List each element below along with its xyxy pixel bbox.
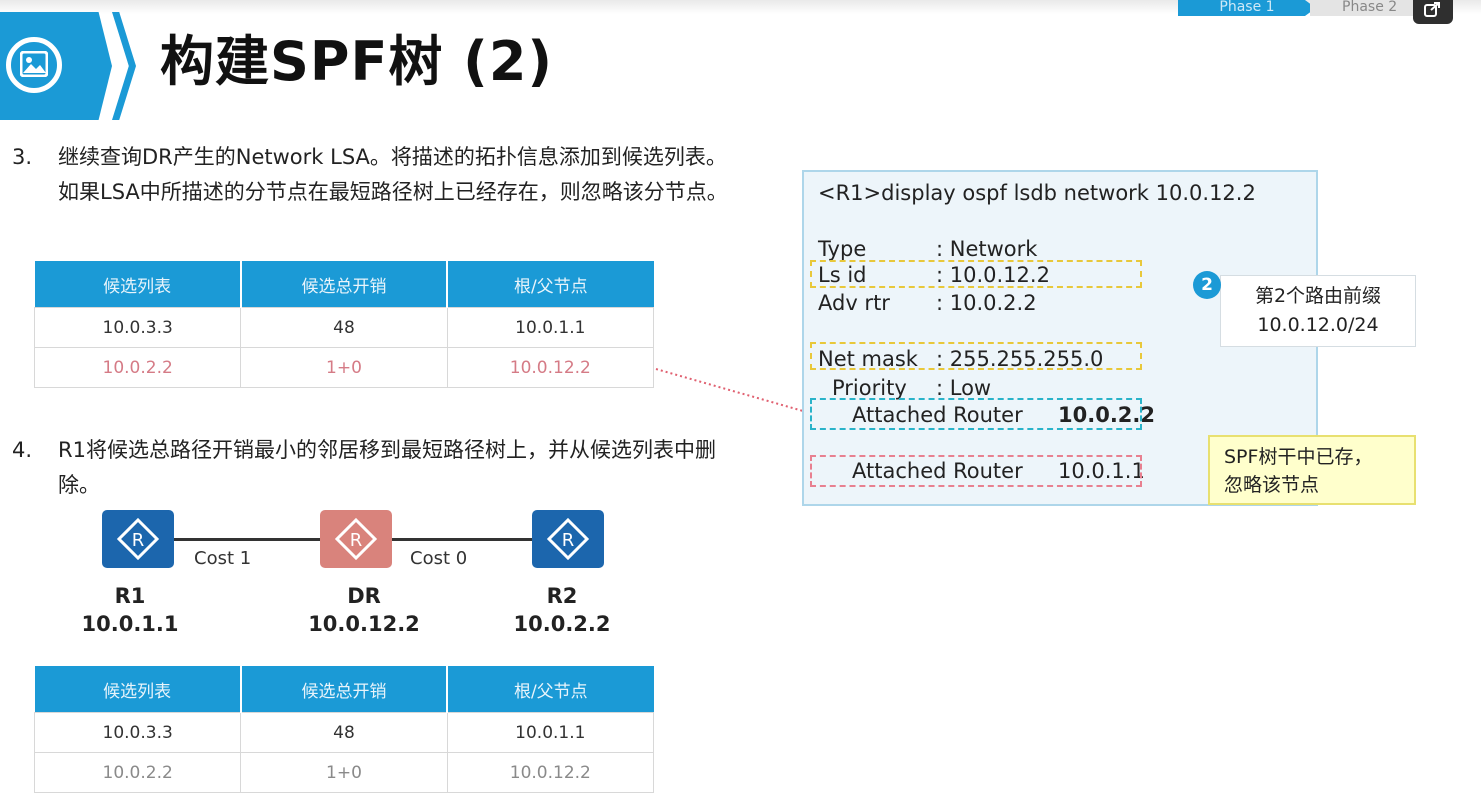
router-r1[interactable]: R: [102, 510, 174, 568]
cli-field-value: : Network: [936, 237, 1038, 261]
link-r1-dr: [172, 538, 322, 541]
dotted-connector: [655, 368, 811, 414]
router-ip: 10.0.1.1: [81, 612, 179, 636]
column-header: 候选列表: [34, 666, 242, 713]
table-cell: 10.0.1.1: [446, 712, 655, 753]
candidate-table-2: 候选列表 候选总开销 根/父节点 10.0.3.3 48 10.0.1.1 10…: [33, 666, 655, 793]
router-name: R2: [546, 584, 578, 608]
table-cell: 10.0.12.2: [446, 752, 655, 793]
svg-text:R: R: [132, 530, 145, 551]
note-line: SPF树干中已存，: [1224, 446, 1373, 468]
highlight-attached-dr: [810, 398, 1142, 430]
prefix-callout: 第2个路由前缀 10.0.12.0/24: [1220, 275, 1416, 347]
table-cell: 48: [240, 712, 448, 753]
router-dr[interactable]: R: [320, 510, 392, 568]
cli-field-key: Adv rtr: [818, 291, 890, 315]
link-cost-label: Cost 1: [194, 548, 252, 569]
step-number: 4.: [12, 438, 33, 462]
router-icon: R: [117, 518, 159, 560]
table-row-removed: 10.0.2.2 1+0 10.0.12.2: [33, 752, 655, 793]
router-label-r1: R1 10.0.1.1: [60, 582, 200, 638]
svg-text:R: R: [562, 530, 575, 551]
router-ip: 10.0.12.2: [308, 612, 420, 636]
router-ip: 10.0.2.2: [513, 612, 611, 636]
cli-command: <R1>display ospf lsdb network 10.0.12.2: [818, 181, 1256, 205]
router-label-r2: R2 10.0.2.2: [492, 582, 632, 638]
highlight-ls-id: [810, 260, 1142, 288]
column-header: 根/父节点: [447, 666, 654, 713]
table-header-row: 候选列表 候选总开销 根/父节点: [34, 666, 654, 713]
router-label-dr: DR 10.0.12.2: [294, 582, 434, 638]
column-header: 候选总开销: [240, 666, 449, 713]
highlight-net-mask: [810, 342, 1142, 370]
table-cell: 1+0: [240, 752, 448, 793]
callout-line: 10.0.12.0/24: [1257, 314, 1379, 336]
router-icon: R: [335, 518, 377, 560]
table-cell: 10.0.3.3: [33, 712, 242, 753]
step-badge: 2: [1193, 271, 1221, 299]
link-cost-label: Cost 0: [410, 548, 468, 569]
note-line: 忽略该节点: [1224, 474, 1320, 496]
cli-field-value: : 10.0.2.2: [936, 291, 1037, 315]
router-icon: R: [547, 518, 589, 560]
router-name: R1: [114, 584, 146, 608]
router-r2[interactable]: R: [532, 510, 604, 568]
step-text: R1将候选总路径开销最小的邻居移到最短路径树上，并从候选列表中删除。: [58, 438, 716, 497]
svg-text:R: R: [350, 530, 363, 551]
callout-line: 第2个路由前缀: [1254, 285, 1382, 307]
router-name: DR: [347, 584, 381, 608]
cli-field-key: Type: [818, 237, 867, 261]
table-row: 10.0.3.3 48 10.0.1.1: [33, 712, 655, 753]
highlight-attached-r1: [810, 455, 1142, 487]
exists-note: SPF树干中已存， 忽略该节点: [1208, 435, 1416, 505]
link-dr-r2: [391, 538, 535, 541]
table-cell: 10.0.2.2: [33, 752, 242, 793]
